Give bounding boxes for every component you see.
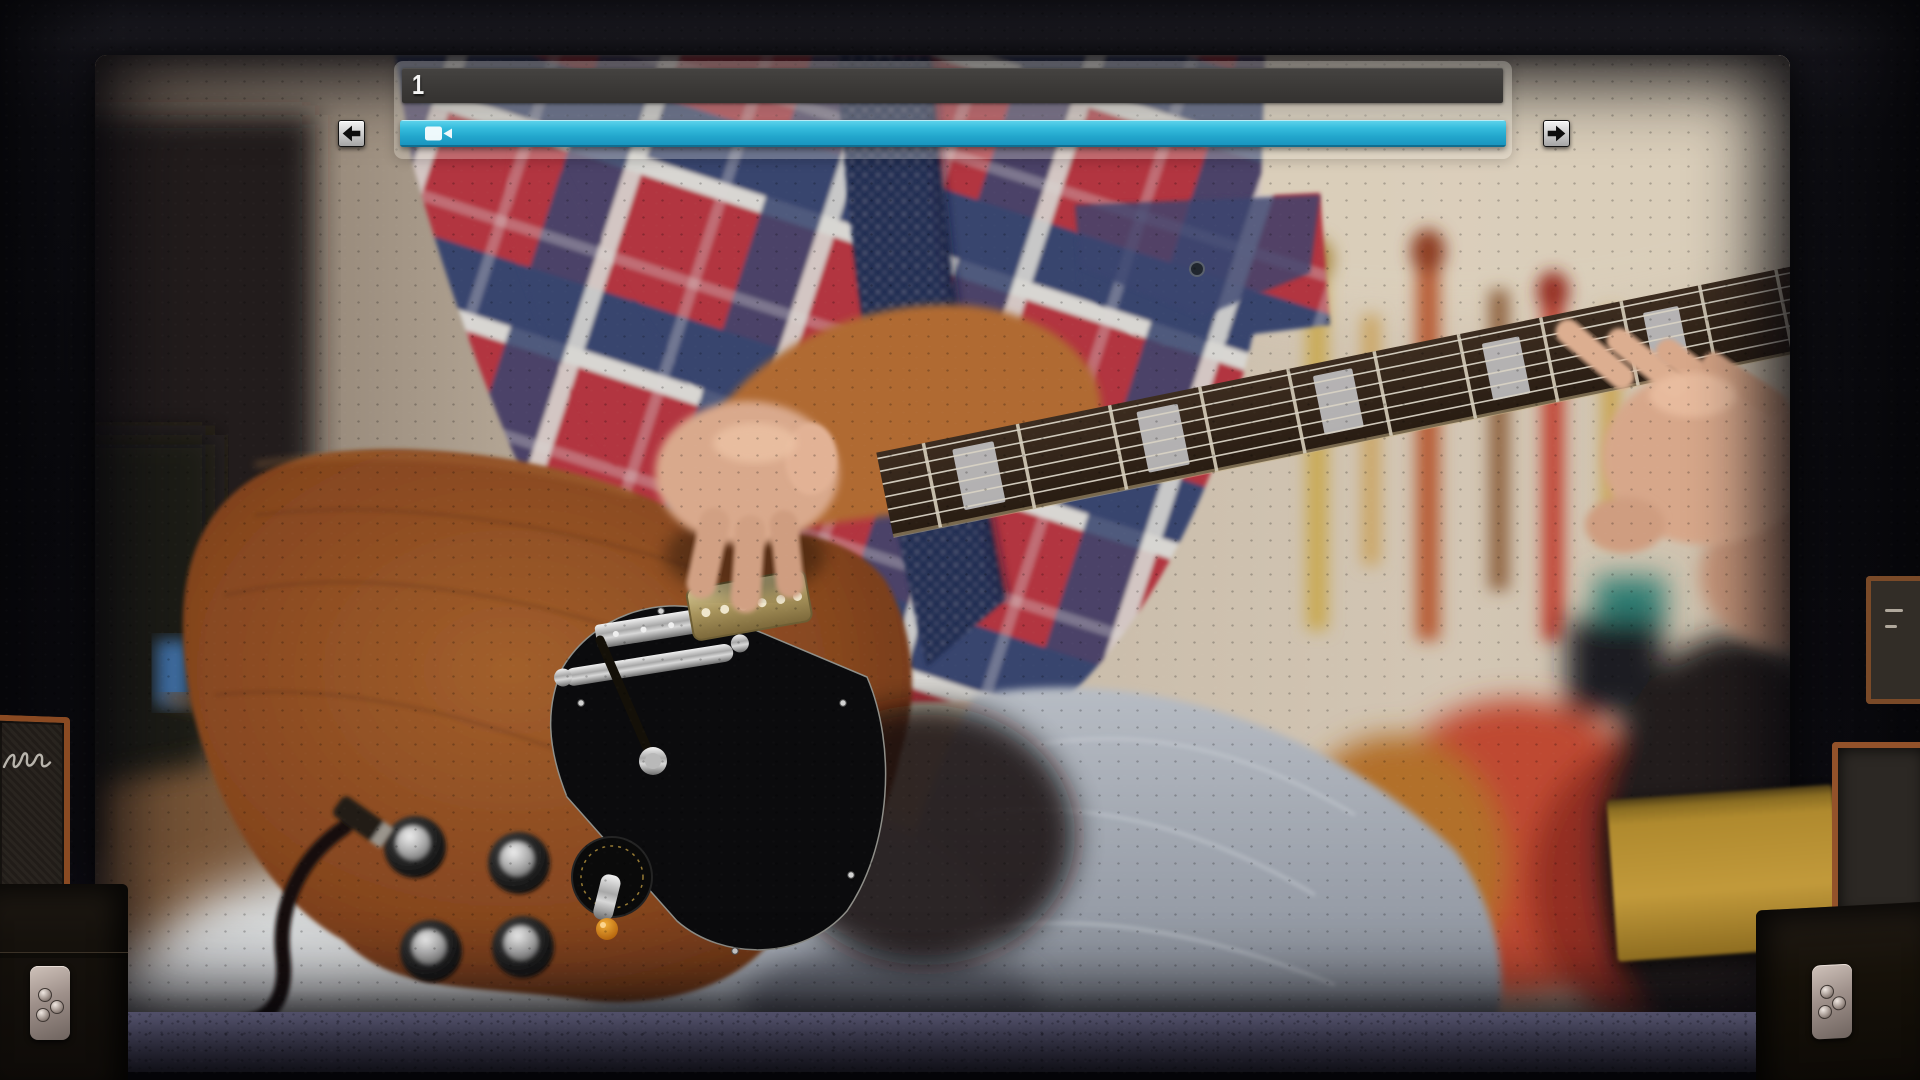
section-timeline-bar[interactable]: 1 xyxy=(402,68,1503,103)
video-camera-icon xyxy=(425,126,452,141)
section-number: 1 xyxy=(412,69,425,100)
progress-fill xyxy=(400,120,1506,147)
lesson-video-player: 1 xyxy=(0,0,1920,1080)
arrow-right-icon xyxy=(1547,125,1566,142)
prev-section-button[interactable] xyxy=(338,120,365,147)
arrow-left-icon xyxy=(342,125,361,142)
next-section-button[interactable] xyxy=(1543,120,1570,147)
video-progress-bar[interactable] xyxy=(400,120,1506,147)
player-hud: 1 xyxy=(0,0,1920,1080)
